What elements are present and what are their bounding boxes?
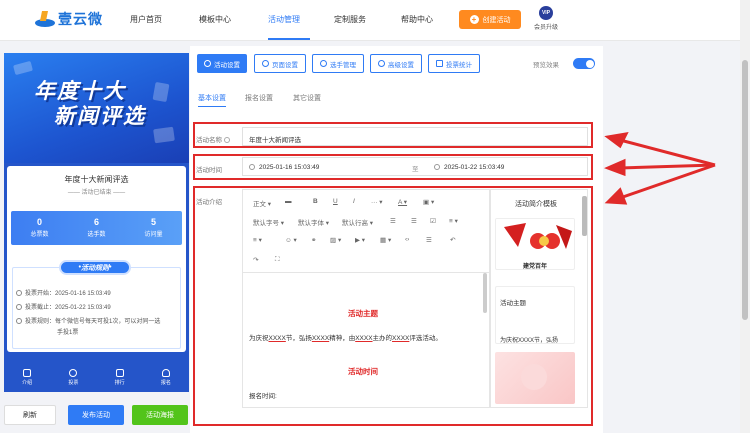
info-icon xyxy=(16,318,22,324)
tab-vote[interactable]: 投票 xyxy=(50,366,96,392)
refresh-button[interactable]: 刷新 xyxy=(4,405,56,425)
preview-status: —— 活动已结束 —— xyxy=(67,190,126,196)
sliders-icon xyxy=(378,60,385,67)
page-scrollbar-thumb[interactable] xyxy=(742,60,748,320)
vip-label: 会员升级 xyxy=(533,25,558,31)
tab-other-settings[interactable]: 其它设置 xyxy=(293,93,321,103)
rules-button[interactable]: • 活动规则 • xyxy=(59,260,131,275)
mobile-preview: 年度十大 新闻评选 年度十大新闻评选 —— 活动已结束 —— 0 总票数 6 选手数… xyxy=(4,53,189,392)
stat-value: 0 xyxy=(36,217,42,227)
stat-visits: 5 访问量 xyxy=(125,211,182,245)
tab-label: 介绍 xyxy=(22,380,33,386)
rule-vote: 投票规则：每个微信号每天可投1次，可以对同一选 xyxy=(16,318,176,327)
preview-effect-toggle[interactable] xyxy=(573,58,595,69)
arrow-to-time xyxy=(619,163,716,170)
banner-decoration xyxy=(153,126,175,144)
preview-banner: 年度十大 新闻评选 xyxy=(4,53,189,163)
chart-icon xyxy=(436,60,443,67)
nav-active-indicator xyxy=(268,38,310,40)
toolbtn-label: 活动设置 xyxy=(214,61,240,69)
vote-statistics-button[interactable]: 投票统计 xyxy=(428,54,480,73)
rule-end-text: 投票截止：2025-01-22 15:03:49 xyxy=(25,305,111,311)
arrow-head-time xyxy=(604,158,626,177)
preview-stats: 0 总票数 6 选手数 5 访问量 xyxy=(11,211,182,245)
nav-home[interactable]: 用户首页 xyxy=(130,14,162,25)
contestant-management-button[interactable]: 选手管理 xyxy=(312,54,364,73)
clock-icon xyxy=(16,290,22,296)
subtab-active-indicator xyxy=(198,106,226,107)
tab-basic-settings[interactable]: 基本设置 xyxy=(198,93,226,103)
users-icon xyxy=(320,60,327,67)
preview-status-text: 活动已结束 xyxy=(81,190,112,196)
rule-end: 投票截止：2025-01-22 15:03:49 xyxy=(16,304,176,313)
tab-signup-settings[interactable]: 报名设置 xyxy=(245,93,273,103)
tab-label: 投票 xyxy=(68,380,79,386)
document-icon xyxy=(23,369,32,377)
toolbtn-label: 选手管理 xyxy=(330,61,356,69)
highlight-box-intro xyxy=(193,186,593,426)
toolbtn-label: 高级设置 xyxy=(388,61,414,69)
nav-activity-management[interactable]: 活动管理 xyxy=(268,14,300,25)
preview-info-card: 年度十大新闻评选 —— 活动已结束 —— 0 总票数 6 选手数 5 访问量 • 活动… xyxy=(7,166,186,352)
arrow-to-name xyxy=(619,138,716,167)
stat-value: 6 xyxy=(93,217,99,227)
rule-vote-cont: 手投1票 xyxy=(57,330,79,336)
highlight-box-time xyxy=(193,154,593,180)
stat-label: 选手数 xyxy=(87,232,106,238)
tab-label: 排行 xyxy=(114,380,125,386)
activity-poster-button[interactable]: 活动海报 xyxy=(132,405,188,425)
clock-icon xyxy=(16,304,22,310)
page-settings-button[interactable]: 页面设置 xyxy=(254,54,306,73)
rule-vote-text: 投票规则：每个微信号每天可投1次，可以对同一选 xyxy=(25,319,161,325)
rule-start: 投票开始：2025-01-16 15:03:49 xyxy=(16,290,176,299)
stat-value: 5 xyxy=(150,217,156,227)
logo-text: 壹云微 xyxy=(58,11,103,27)
arrow-to-intro xyxy=(619,163,716,200)
settings-panel: 活动设置 页面设置 选手管理 高级设置 投票统计 预览效果 基本设置 报名设置 … xyxy=(190,46,603,433)
stat-contestants: 6 选手数 xyxy=(68,211,125,245)
publish-activity-button[interactable]: 发布活动 xyxy=(68,405,124,425)
create-activity-button[interactable]: + 创建活动 xyxy=(459,10,521,29)
rule-start-text: 投票开始：2025-01-16 15:03:49 xyxy=(25,291,111,297)
nav-custom-service[interactable]: 定制服务 xyxy=(334,14,366,25)
user-icon xyxy=(161,369,170,377)
tab-label: 报名 xyxy=(160,380,171,386)
top-navigation: 壹云微 用户首页 模板中心 活动管理 定制服务 帮助中心 + 创建活动 VIP … xyxy=(0,0,750,41)
toggle-knob xyxy=(585,59,594,68)
rules-button-label: 活动规则 xyxy=(81,264,109,272)
toolbtn-label: 投票统计 xyxy=(446,61,472,69)
vip-badge-icon: VIP xyxy=(539,6,553,20)
nav-help-center[interactable]: 帮助中心 xyxy=(401,14,433,25)
preview-activity-title: 年度十大新闻评选 xyxy=(64,175,129,184)
banner-decoration xyxy=(152,81,170,103)
tab-intro[interactable]: 介绍 xyxy=(4,366,50,392)
annotation-arrows xyxy=(604,132,716,205)
preview-effect-label: 预览效果 xyxy=(533,62,559,69)
activity-settings-button[interactable]: 活动设置 xyxy=(197,54,247,73)
gear-icon xyxy=(204,60,211,67)
create-activity-label: 创建活动 xyxy=(482,16,511,24)
stat-label: 访问量 xyxy=(144,232,163,238)
vip-upgrade[interactable]: VIP 会员升级 xyxy=(533,6,559,31)
gear-icon xyxy=(262,60,269,67)
ranking-icon xyxy=(115,369,124,377)
preview-tabbar: 介绍 投票 排行 报名 xyxy=(4,366,189,392)
banner-decoration xyxy=(13,60,33,76)
logo[interactable]: 壹云微 xyxy=(34,9,103,29)
nav-templates[interactable]: 模板中心 xyxy=(199,14,231,25)
banner-title-line2: 新闻评选 xyxy=(54,105,146,128)
stat-label: 总票数 xyxy=(30,232,49,238)
toolbtn-label: 页面设置 xyxy=(272,61,298,69)
plus-icon: + xyxy=(469,15,479,24)
arrow-head-intro xyxy=(604,187,628,205)
advanced-settings-button[interactable]: 高级设置 xyxy=(370,54,422,73)
vote-icon xyxy=(69,369,78,377)
highlight-box-name xyxy=(193,122,593,148)
arrow-head-name xyxy=(604,132,629,149)
tab-signup[interactable]: 报名 xyxy=(143,366,189,392)
tab-ranking[interactable]: 排行 xyxy=(97,366,143,392)
logo-icon xyxy=(34,9,56,29)
stat-total-votes: 0 总票数 xyxy=(11,211,68,245)
